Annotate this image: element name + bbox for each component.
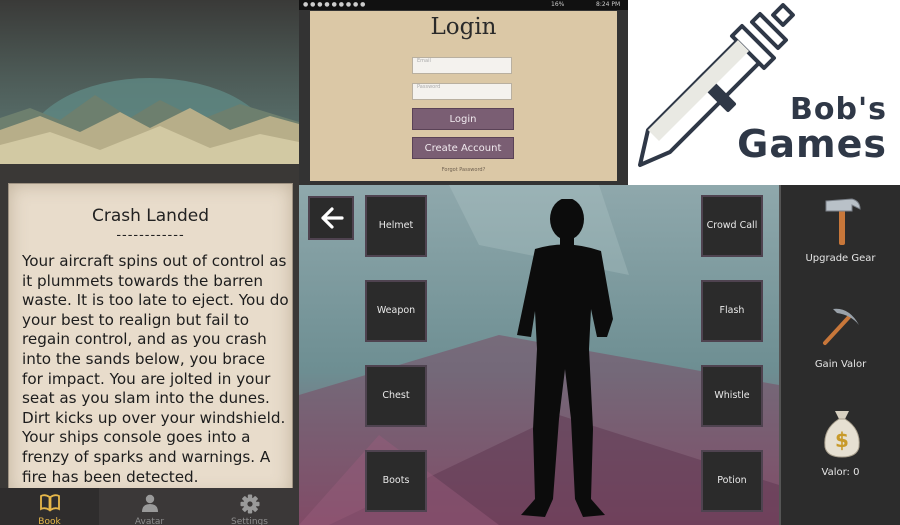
nav-avatar-tab[interactable]: Avatar bbox=[100, 488, 199, 525]
hammer-icon bbox=[825, 198, 861, 245]
nav-book-label: Book bbox=[38, 517, 61, 525]
logo-text-bobs: Bob's bbox=[790, 92, 887, 127]
book-icon bbox=[40, 494, 60, 512]
upgrade-gear-label: Upgrade Gear bbox=[805, 253, 876, 264]
gear-icon bbox=[240, 494, 260, 514]
svg-text:$: $ bbox=[835, 428, 849, 452]
status-bar: ● ● ● ● ● ● ● ● ● 16% 8:24 PM bbox=[299, 0, 628, 10]
status-time: 8:24 PM bbox=[596, 1, 621, 8]
story-title: Crash Landed bbox=[91, 206, 210, 226]
upgrade-gear-button[interactable]: Upgrade Gear bbox=[781, 191, 900, 273]
story-card: Crash Landed ------------ Your aircraft … bbox=[8, 183, 293, 497]
pickaxe-icon bbox=[823, 308, 859, 345]
avatar-equipment-screen: Helmet Weapon Chest Boots Crowd Call Fla… bbox=[299, 185, 779, 525]
login-card: Login Email Password Login Create Accoun… bbox=[310, 11, 617, 181]
money-bag-icon: $ bbox=[824, 411, 860, 458]
back-button[interactable] bbox=[308, 196, 354, 240]
weapon-slot[interactable]: Weapon bbox=[365, 280, 427, 342]
gain-valor-label: Gain Valor bbox=[814, 359, 867, 370]
login-button[interactable]: Login bbox=[412, 108, 514, 130]
flash-slot[interactable]: Flash bbox=[701, 280, 763, 342]
password-placeholder: Password bbox=[417, 84, 441, 90]
actions-sidebar: Upgrade Gear Gain Valor $ Valor: 0 bbox=[779, 185, 900, 525]
desert-scene-illustration bbox=[0, 0, 299, 170]
valor-count-label: Valor: 0 bbox=[821, 467, 860, 478]
bobs-games-logo: Bob's Games bbox=[628, 0, 900, 185]
nav-book-tab[interactable]: Book bbox=[0, 488, 99, 525]
create-account-button[interactable]: Create Account bbox=[412, 137, 514, 159]
arrow-left-icon bbox=[321, 207, 344, 229]
potion-slot[interactable]: Potion bbox=[701, 450, 763, 512]
logo-text-games: Games bbox=[737, 122, 887, 166]
crowd-call-slot[interactable]: Crowd Call bbox=[701, 195, 763, 257]
password-field[interactable]: Password bbox=[412, 83, 512, 100]
chest-slot[interactable]: Chest bbox=[365, 365, 427, 427]
forgot-password-link[interactable]: Forgot Password? bbox=[310, 167, 617, 173]
email-field[interactable]: Email bbox=[412, 57, 512, 74]
nav-settings-label: Settings bbox=[231, 517, 268, 525]
status-battery: 16% bbox=[551, 1, 565, 8]
nav-avatar-label: Avatar bbox=[134, 517, 165, 525]
gain-valor-button[interactable]: Gain Valor bbox=[781, 297, 900, 379]
login-title: Login bbox=[430, 14, 497, 40]
nav-settings-tab[interactable]: Settings bbox=[200, 488, 299, 525]
boots-slot[interactable]: Boots bbox=[365, 450, 427, 512]
helmet-slot[interactable]: Helmet bbox=[365, 195, 427, 257]
story-text: Your aircraft spins out of control as it… bbox=[22, 252, 289, 486]
book-screen: Crash Landed ------------ Your aircraft … bbox=[0, 0, 299, 525]
avatar-silhouette bbox=[517, 199, 613, 518]
login-screen: ● ● ● ● ● ● ● ● ● 16% 8:24 PM Login Emai… bbox=[299, 0, 628, 185]
email-placeholder: Email bbox=[417, 58, 431, 64]
story-title-divider: ------------ bbox=[116, 228, 185, 243]
whistle-slot[interactable]: Whistle bbox=[701, 365, 763, 427]
valor-counter: $ Valor: 0 bbox=[781, 403, 900, 485]
bottom-navigation: Book Avatar Settings bbox=[0, 488, 299, 525]
person-icon bbox=[142, 494, 158, 512]
notification-icons: ● ● ● ● ● ● ● ● ● bbox=[303, 1, 366, 8]
